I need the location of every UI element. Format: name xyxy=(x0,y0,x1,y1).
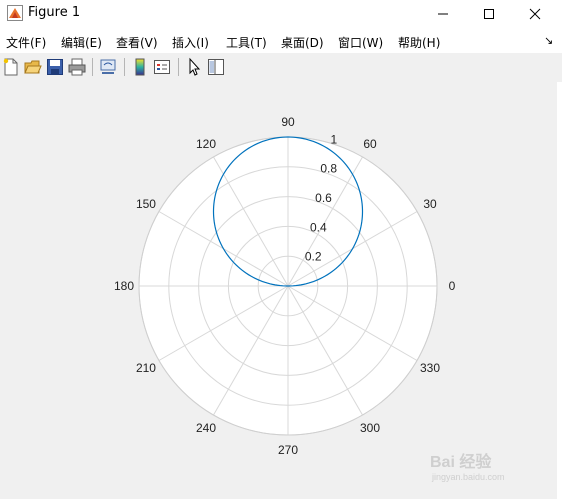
pointer-icon[interactable] xyxy=(184,57,204,77)
matlab-figure-icon xyxy=(7,5,23,21)
theta-tick-label: 150 xyxy=(136,197,156,211)
link-plot-icon[interactable] xyxy=(98,57,118,77)
polar-axes[interactable]: 0 30 60 90 120 150 180 210 240 270 300 330 0.2 0.4 0.6… xyxy=(0,82,557,499)
title-bar: Figure 1 xyxy=(0,0,562,28)
r-tick-label: 0.2 xyxy=(305,250,322,264)
print-icon[interactable] xyxy=(67,57,87,77)
theta-tick-label: 90 xyxy=(281,115,295,129)
open-folder-icon[interactable] xyxy=(23,57,43,77)
close-icon xyxy=(529,8,541,20)
close-button[interactable] xyxy=(512,0,558,28)
window-title: Figure 1 xyxy=(28,5,81,20)
window-right-edge xyxy=(557,82,562,499)
legend-icon[interactable] xyxy=(152,57,172,77)
menu-insert[interactable]: 插入(I) xyxy=(172,34,209,51)
theta-tick-label: 210 xyxy=(136,361,156,375)
menu-help[interactable]: 帮助(H) xyxy=(398,34,440,51)
minimize-icon xyxy=(438,13,448,15)
save-icon[interactable] xyxy=(45,57,65,77)
minimize-button[interactable] xyxy=(420,0,466,28)
menu-dock-icon[interactable]: ↘ xyxy=(544,34,553,47)
toolbar xyxy=(0,53,562,83)
menu-edit[interactable]: 编辑(E) xyxy=(61,34,102,51)
theta-tick-label: 60 xyxy=(363,137,377,151)
theta-tick-label: 0 xyxy=(449,279,456,293)
r-tick-label: 0.8 xyxy=(320,162,337,176)
property-editor-icon[interactable] xyxy=(206,57,226,77)
colorbar-icon[interactable] xyxy=(130,57,150,77)
r-tick-label: 0.4 xyxy=(310,220,327,234)
toolbar-separator xyxy=(124,58,125,76)
menu-bar: 文件(F) 编辑(E) 查看(V) 插入(I) 工具(T) 桌面(D) 窗口(W… xyxy=(0,30,562,52)
menu-tools[interactable]: 工具(T) xyxy=(226,34,267,51)
theta-tick-label: 180 xyxy=(114,279,134,293)
menu-file[interactable]: 文件(F) xyxy=(6,34,46,51)
new-figure-icon[interactable] xyxy=(1,57,21,77)
menu-view[interactable]: 查看(V) xyxy=(116,34,158,51)
theta-tick-label: 30 xyxy=(423,197,437,211)
toolbar-separator xyxy=(92,58,93,76)
theta-tick-label: 120 xyxy=(196,137,216,151)
watermark-url: jingyan.baidu.com xyxy=(432,472,505,482)
r-tick-label: 0.6 xyxy=(315,191,332,205)
theta-tick-label: 240 xyxy=(196,421,216,435)
figure-canvas[interactable]: 0 30 60 90 120 150 180 210 240 270 300 330 0.2 0.4 0.6… xyxy=(0,82,557,499)
maximize-button[interactable] xyxy=(466,0,512,28)
maximize-icon xyxy=(484,9,494,19)
menu-window[interactable]: 窗口(W) xyxy=(338,34,383,51)
theta-tick-label: 330 xyxy=(420,361,440,375)
watermark-logo: Bai 经验 xyxy=(430,454,492,471)
theta-tick-label: 270 xyxy=(278,443,298,457)
theta-tick-label: 300 xyxy=(360,421,380,435)
toolbar-separator xyxy=(178,58,179,76)
menu-desktop[interactable]: 桌面(D) xyxy=(281,34,324,51)
r-tick-label: 1 xyxy=(331,132,338,146)
